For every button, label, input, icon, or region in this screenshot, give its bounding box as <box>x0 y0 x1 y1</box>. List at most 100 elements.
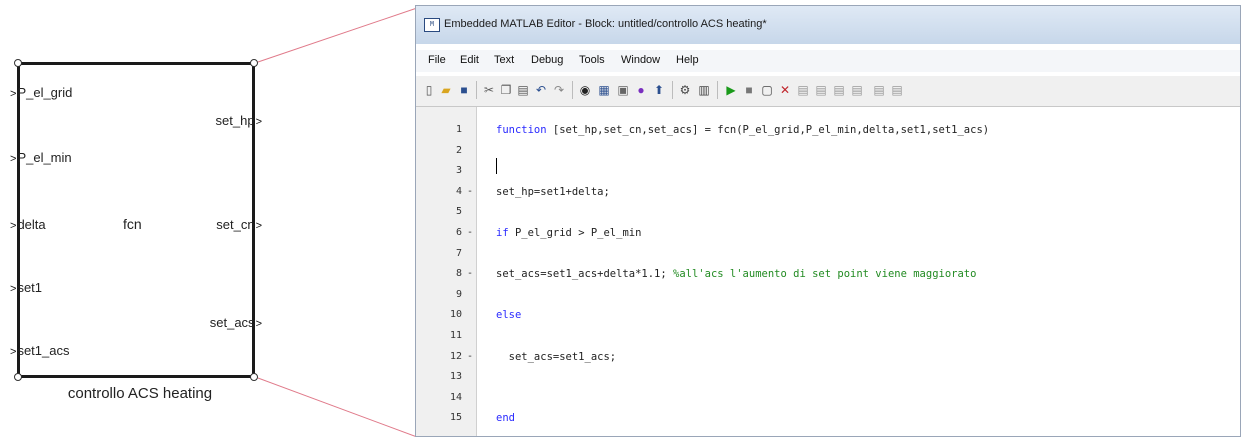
port-arrow-icon: > <box>10 283 17 295</box>
undo-icon[interactable]: ↶ <box>534 83 548 97</box>
line-number: 11 <box>449 330 462 341</box>
code-line[interactable]: function [set_hp,set_cn,set_acs] = fcn(P… <box>496 124 989 136</box>
cut-icon[interactable]: ✂ <box>482 83 496 97</box>
resize-handle-top-right[interactable] <box>250 59 258 67</box>
code-keyword: function <box>496 124 547 136</box>
paste-icon[interactable]: ▤ <box>516 83 530 97</box>
explorer-icon[interactable]: ▦ <box>597 83 611 97</box>
block-function-name: fcn <box>123 216 142 232</box>
step-out-icon[interactable]: ▤ <box>832 83 846 97</box>
executable-line-marker[interactable]: - <box>467 227 473 238</box>
toolbar-separator <box>717 81 718 99</box>
continue-icon[interactable]: ▤ <box>850 83 864 97</box>
find-icon[interactable]: ◉ <box>578 83 592 97</box>
resize-handle-top-left[interactable] <box>14 59 22 67</box>
line-number: 10 <box>449 309 462 320</box>
toolbar-separator <box>672 81 673 99</box>
clear-breakpoint-icon[interactable]: ✕ <box>778 83 792 97</box>
code-line[interactable]: set_acs=set1_acs; <box>496 351 616 363</box>
input-port-p-el-grid[interactable]: >P_el_grid <box>10 85 72 100</box>
connector-line-bottom <box>257 377 418 437</box>
new-file-icon[interactable]: ▯ <box>422 83 436 97</box>
line-number: 3 <box>455 165 462 176</box>
text-cursor <box>496 158 497 174</box>
line-number: 1 <box>455 124 462 135</box>
save-icon[interactable]: ■ <box>457 83 471 97</box>
resize-handle-bottom-right[interactable] <box>250 373 258 381</box>
build-icon[interactable]: ⚙ <box>678 83 692 97</box>
menu-edit[interactable]: Edit <box>460 54 479 66</box>
executable-line-marker[interactable]: - <box>467 351 473 362</box>
open-folder-icon[interactable]: ▰ <box>439 83 453 97</box>
line-number: 4 <box>455 186 462 197</box>
port-arrow-icon: > <box>10 88 17 100</box>
code-comment: %all'acs l'aumento di set point viene ma… <box>673 268 977 280</box>
editor-app-icon: M <box>424 18 440 32</box>
code-text: set_hp=set1+delta; <box>496 186 610 198</box>
code-line[interactable]: set_hp=set1+delta; <box>496 186 610 198</box>
line-number: 14 <box>449 392 462 403</box>
line-number: 8 <box>455 268 462 279</box>
resize-handle-bottom-left[interactable] <box>14 373 22 381</box>
matlab-function-block[interactable]: >P_el_grid >P_el_min >delta >set1 >set1_… <box>10 59 262 381</box>
menu-text[interactable]: Text <box>494 54 514 66</box>
window-title: Embedded MATLAB Editor - Block: untitled… <box>444 18 767 30</box>
code-text: [set_hp,set_cn,set_acs] = fcn(P_el_grid,… <box>546 124 990 136</box>
toolbar-separator <box>476 81 477 99</box>
menu-file[interactable]: File <box>428 54 446 66</box>
executable-line-marker[interactable]: - <box>467 268 473 279</box>
redo-icon[interactable]: ↷ <box>552 83 566 97</box>
set-breakpoint-icon[interactable]: ▢ <box>760 83 774 97</box>
port-arrow-icon: > <box>255 318 262 330</box>
exit-debug-icon[interactable]: ▤ <box>872 83 886 97</box>
code-text: P_el_grid > P_el_min <box>508 227 642 239</box>
print-icon[interactable]: ▣ <box>616 83 630 97</box>
menu-help[interactable]: Help <box>676 54 699 66</box>
port-arrow-icon: > <box>255 220 262 232</box>
title-bar[interactable]: M Embedded MATLAB Editor - Block: untitl… <box>416 6 1240 44</box>
step-icon[interactable]: ▤ <box>796 83 810 97</box>
port-arrow-icon: > <box>10 346 17 358</box>
code-line[interactable]: set_acs=set1_acs+delta*1.1; %all'acs l'a… <box>496 268 976 280</box>
port-arrow-icon: > <box>10 153 17 165</box>
block-caption[interactable]: controllo ACS heating <box>20 385 260 402</box>
toolbar-extra-icon[interactable]: ▤ <box>890 83 904 97</box>
connector-line-top <box>257 7 418 63</box>
code-line[interactable]: else <box>496 309 521 321</box>
embedded-matlab-editor-window: M Embedded MATLAB Editor - Block: untitl… <box>415 5 1241 437</box>
input-port-delta[interactable]: >delta <box>10 217 46 232</box>
line-number: 7 <box>455 248 462 259</box>
menu-window[interactable]: Window <box>621 54 660 66</box>
line-number: 5 <box>455 206 462 217</box>
output-port-set-cn[interactable]: set_cn> <box>216 217 262 232</box>
code-keyword: else <box>496 309 522 321</box>
step-in-icon[interactable]: ▤ <box>814 83 828 97</box>
code-keyword: if <box>496 227 509 239</box>
menu-tools[interactable]: Tools <box>579 54 605 66</box>
line-number: 2 <box>455 145 462 156</box>
menu-debug[interactable]: Debug <box>531 54 563 66</box>
output-port-set-acs[interactable]: set_acs> <box>210 315 262 330</box>
simulink-icon[interactable]: ● <box>634 83 648 97</box>
code-line[interactable]: if P_el_grid > P_el_min <box>496 227 641 239</box>
output-port-set-hp[interactable]: set_hp> <box>216 113 262 128</box>
input-port-set1-acs[interactable]: >set1_acs <box>10 343 69 358</box>
run-icon[interactable]: ▶ <box>724 83 738 97</box>
line-number: 6 <box>455 227 462 238</box>
toolbar-separator <box>572 81 573 99</box>
port-arrow-icon: > <box>255 116 262 128</box>
code-text: set_acs=set1_acs+delta*1.1; <box>496 268 674 280</box>
code-line[interactable]: end <box>496 412 515 424</box>
input-port-set1[interactable]: >set1 <box>10 280 42 295</box>
line-number: 13 <box>449 371 462 382</box>
input-port-p-el-min[interactable]: >P_el_min <box>10 150 72 165</box>
data-manager-icon[interactable]: ▥ <box>697 83 711 97</box>
executable-line-marker[interactable]: - <box>467 186 473 197</box>
go-to-diagram-icon[interactable]: ⬆ <box>652 83 666 97</box>
port-arrow-icon: > <box>10 220 17 232</box>
copy-icon[interactable]: ❐ <box>499 83 513 97</box>
line-number: 15 <box>449 412 462 423</box>
code-text: set_acs=set1_acs; <box>496 351 617 363</box>
stop-icon[interactable]: ■ <box>742 83 756 97</box>
line-number: 9 <box>455 289 462 300</box>
